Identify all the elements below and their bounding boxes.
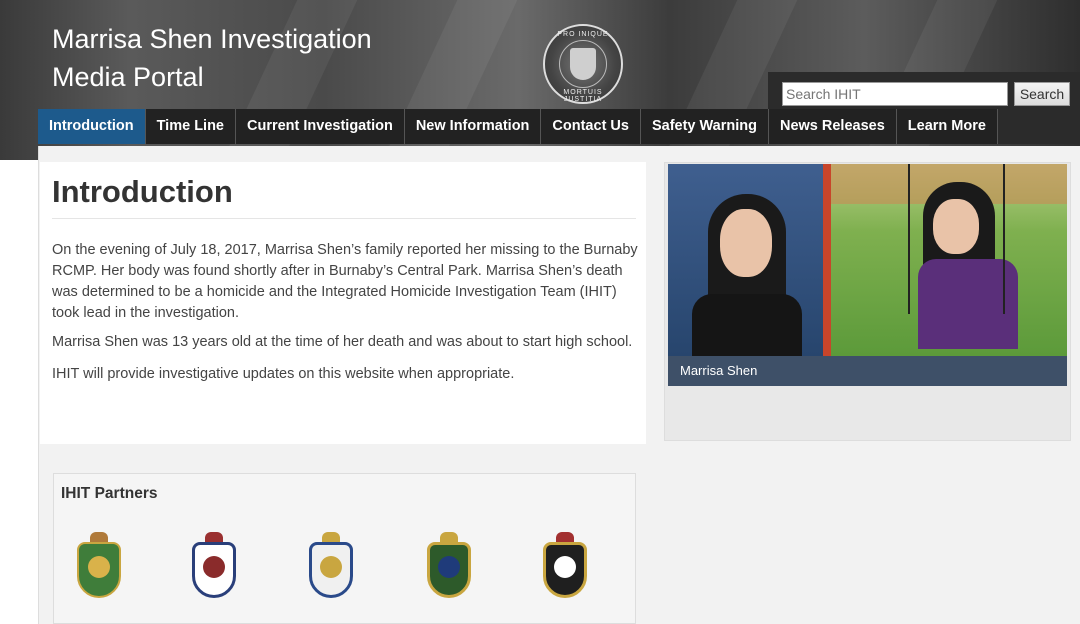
partners-title: IHIT Partners [61,485,158,502]
nav-item-learn-more[interactable]: Learn More [897,109,998,144]
partner-badge-4[interactable] [424,532,474,602]
main-nav: Introduction Time Line Current Investiga… [38,109,998,144]
updates-paragraph: IHIT will provide investigative updates … [52,366,515,382]
nav-item-current-investigation[interactable]: Current Investigation [236,109,405,144]
partner-badge-2[interactable] [189,532,239,602]
nav-item-time-line[interactable]: Time Line [146,109,236,144]
intro-paragraph: On the evening of July 18, 2017, Marrisa… [52,242,638,321]
partner-badge-5[interactable] [540,532,590,602]
site-title-line2: Media Portal [52,62,204,92]
school-portrait [668,164,823,356]
nav-item-news-releases[interactable]: News Releases [769,109,897,144]
seal-text-top: PRO INIQUE [557,31,609,38]
title-divider [52,218,636,219]
seal-text-bottom: MORTUIS JUSTITIA [563,89,603,103]
page-title: Introduction [52,174,233,209]
site-title[interactable]: Marrisa Shen Investigation Media Portal [52,20,372,96]
age-paragraph: Marrisa Shen was 13 years old at the tim… [52,334,633,350]
site-title-line1: Marrisa Shen Investigation [52,24,372,54]
ihit-seal-logo: PRO INIQUE MORTUIS JUSTITIA [543,24,623,104]
nav-item-introduction[interactable]: Introduction [38,109,146,144]
search-input[interactable] [782,82,1008,106]
nav-item-contact-us[interactable]: Contact Us [541,109,641,144]
search-button[interactable]: Search [1014,82,1070,106]
photo-caption: Marrisa Shen [680,363,758,378]
swing-photo [823,164,1067,356]
partner-badge-1[interactable] [74,532,124,602]
nav-item-new-information[interactable]: New Information [405,109,542,144]
partner-badge-3[interactable] [306,532,356,602]
nav-item-safety-warning[interactable]: Safety Warning [641,109,769,144]
victim-photo [668,164,1067,356]
